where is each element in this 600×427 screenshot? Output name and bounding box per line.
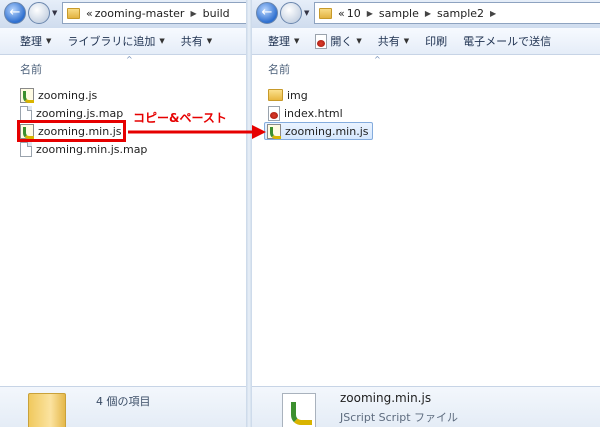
file-name: zooming.min.js bbox=[285, 124, 369, 138]
left-details-pane: 4 個の項目 bbox=[0, 386, 246, 427]
forward-button[interactable] bbox=[280, 2, 302, 24]
recent-pages-dropdown-icon[interactable]: ▼ bbox=[52, 9, 57, 17]
breadcrumb-separator-icon[interactable]: ▶ bbox=[367, 9, 373, 18]
name-column-header[interactable]: 名前 bbox=[268, 61, 290, 77]
folder-icon bbox=[67, 7, 80, 19]
right-command-bar: 整理 ▼ 開く ▼ 共有 ▼ 印刷 電子メールで送信 bbox=[252, 28, 600, 55]
breadcrumb-separator-icon[interactable]: ▶ bbox=[425, 9, 431, 18]
folder-thumbnail-icon bbox=[28, 393, 66, 427]
left-explorer-window: ← ▼ « zooming-master ▶ build 整理 ▼ ライブラリに追… bbox=[0, 0, 246, 427]
js-file-icon bbox=[267, 123, 281, 139]
left-column-header: ^ 名前 bbox=[0, 55, 246, 77]
right-explorer-window: ← ▼ « 10 ▶ sample ▶ sample2 ▶ 整理 ▼ 開く ▼ 共有… bbox=[252, 0, 600, 427]
file-row-zooming-min-js[interactable]: zooming.min.js bbox=[264, 122, 374, 140]
forward-button[interactable] bbox=[28, 2, 50, 24]
breadcrumb-10[interactable]: 10 bbox=[347, 7, 361, 20]
back-button[interactable]: ← bbox=[4, 2, 26, 24]
right-address-bar[interactable]: « 10 ▶ sample ▶ sample2 ▶ bbox=[314, 2, 600, 24]
file-name: zooming.min.js.map bbox=[36, 142, 148, 156]
name-column-header[interactable]: 名前 bbox=[20, 61, 42, 77]
details-file-name: zooming.min.js bbox=[340, 391, 432, 405]
file-name: img bbox=[287, 88, 308, 102]
left-command-bar: 整理 ▼ ライブラリに追加 ▼ 共有 ▼ bbox=[0, 28, 246, 55]
item-count: 4 個の項目 bbox=[96, 395, 151, 408]
file-name: index.html bbox=[284, 106, 343, 120]
sort-ascending-icon: ^ bbox=[126, 55, 133, 64]
open-button[interactable]: 開く ▼ bbox=[307, 33, 369, 49]
organize-button[interactable]: 整理 ▼ bbox=[0, 33, 59, 49]
left-address-bar[interactable]: « zooming-master ▶ build bbox=[62, 2, 246, 24]
arrow-right-icon bbox=[128, 125, 266, 139]
js-file-icon bbox=[20, 87, 34, 103]
file-row-zooming-min-js-map[interactable]: zooming.min.js.map bbox=[20, 140, 150, 158]
sort-ascending-icon: ^ bbox=[374, 55, 381, 64]
chevron-down-icon: ▼ bbox=[294, 37, 300, 45]
highlight-box bbox=[17, 120, 126, 142]
chevron-down-icon: ▼ bbox=[159, 37, 165, 45]
file-row-zooming-js[interactable]: zooming.js bbox=[20, 86, 100, 104]
share-button[interactable]: 共有 ▼ bbox=[370, 33, 417, 49]
print-button[interactable]: 印刷 bbox=[417, 33, 455, 49]
share-button[interactable]: 共有 ▼ bbox=[173, 33, 220, 49]
chevron-down-icon: ▼ bbox=[206, 37, 213, 45]
right-details-pane: zooming.min.js JScript Script ファイル bbox=[252, 386, 600, 427]
folder-icon bbox=[319, 7, 332, 19]
document-icon bbox=[20, 141, 32, 157]
organize-button[interactable]: 整理 ▼ bbox=[252, 33, 307, 49]
details-file-type: JScript Script ファイル bbox=[340, 411, 459, 424]
add-to-library-button[interactable]: ライブラリに追加 ▼ bbox=[59, 33, 172, 49]
chevron-down-icon: ▼ bbox=[46, 37, 52, 45]
right-column-header: ^ 名前 bbox=[252, 55, 600, 77]
breadcrumb-sample2[interactable]: sample2 bbox=[437, 7, 484, 20]
open-with-icon bbox=[315, 33, 328, 49]
chevron-down-icon: ▼ bbox=[403, 37, 410, 45]
breadcrumb-sample[interactable]: sample bbox=[379, 7, 419, 20]
file-name: zooming.js.map bbox=[36, 106, 124, 120]
file-name: zooming.js bbox=[38, 88, 98, 102]
html-file-icon bbox=[268, 105, 280, 121]
path-overflow-chevron[interactable]: « bbox=[86, 7, 93, 20]
left-navigation-bar: ← ▼ « zooming-master ▶ build bbox=[0, 0, 246, 29]
breadcrumb-separator-icon[interactable]: ▶ bbox=[190, 9, 196, 18]
document-icon bbox=[20, 105, 32, 121]
breadcrumb-zooming-master[interactable]: zooming-master bbox=[95, 7, 185, 20]
path-overflow-chevron[interactable]: « bbox=[338, 7, 345, 20]
breadcrumb-separator-icon[interactable]: ▶ bbox=[490, 9, 496, 18]
file-row-img[interactable]: img bbox=[268, 86, 311, 104]
right-navigation-bar: ← ▼ « 10 ▶ sample ▶ sample2 ▶ bbox=[252, 0, 600, 29]
breadcrumb-build[interactable]: build bbox=[203, 7, 230, 20]
recent-pages-dropdown-icon[interactable]: ▼ bbox=[304, 9, 309, 17]
chevron-down-icon: ▼ bbox=[356, 37, 362, 45]
email-button[interactable]: 電子メールで送信 bbox=[455, 33, 559, 49]
folder-icon bbox=[268, 89, 283, 101]
js-file-thumbnail-icon bbox=[282, 393, 316, 427]
file-row-index-html[interactable]: index.html bbox=[268, 104, 346, 122]
back-button[interactable]: ← bbox=[256, 2, 278, 24]
